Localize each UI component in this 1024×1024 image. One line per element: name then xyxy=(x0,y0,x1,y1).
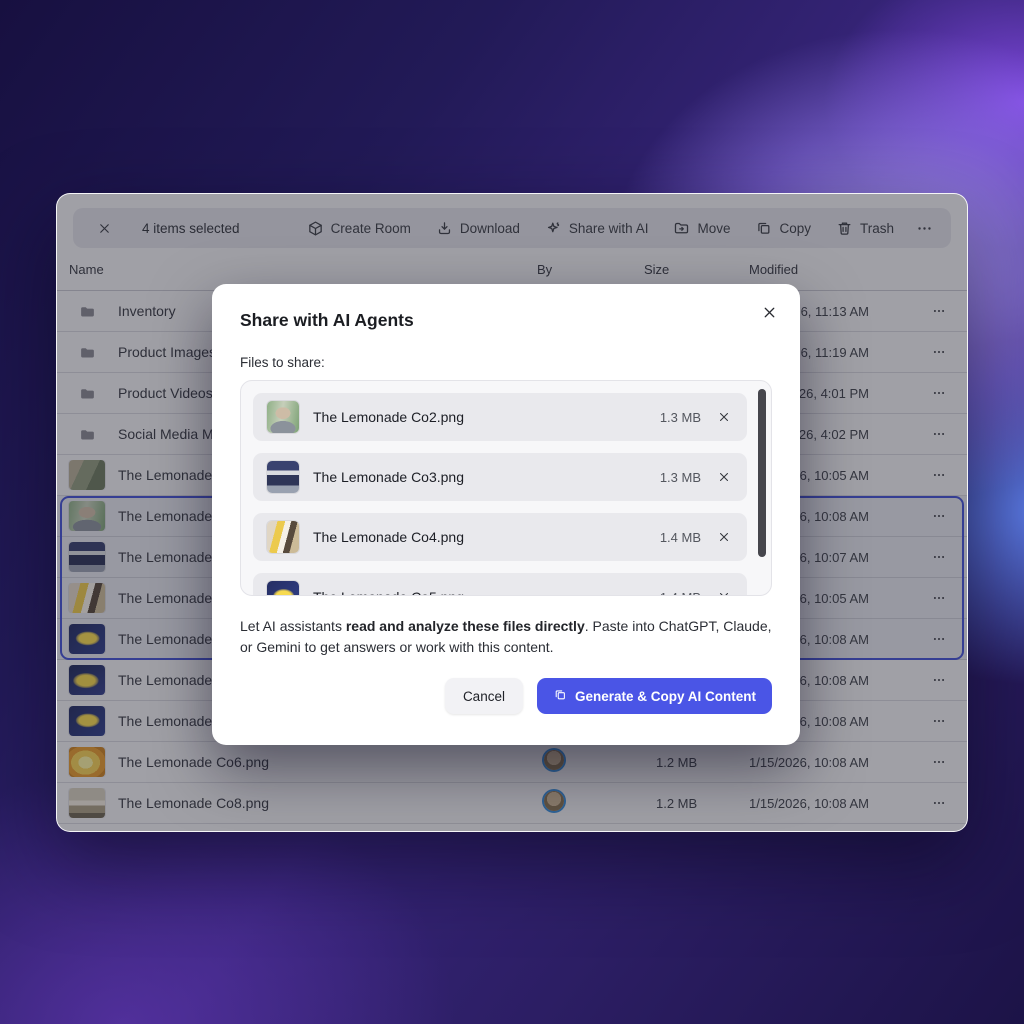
cancel-button[interactable]: Cancel xyxy=(445,678,523,714)
shared-file-size: 1.3 MB xyxy=(660,470,701,485)
x-icon xyxy=(717,470,731,484)
modal-close-button[interactable] xyxy=(757,300,782,325)
shared-file-chip: The Lemonade Co2.png 1.3 MB xyxy=(253,393,747,441)
copy-icon xyxy=(553,688,567,702)
shared-file-name: The Lemonade Co2.png xyxy=(313,409,646,425)
share-ai-modal: Share with AI Agents Files to share: The… xyxy=(212,284,800,745)
shared-file-chip: The Lemonade Co3.png 1.3 MB xyxy=(253,453,747,501)
remove-file-button[interactable] xyxy=(715,408,733,426)
shared-file-chip: The Lemonade Co5.png 1.4 MB xyxy=(253,573,747,596)
file-thumbnail xyxy=(267,581,299,596)
x-icon xyxy=(717,410,731,424)
modal-file-list: The Lemonade Co2.png 1.3 MB The Lemonade… xyxy=(240,380,772,596)
file-thumbnail xyxy=(267,401,299,433)
shared-file-chip: The Lemonade Co4.png 1.4 MB xyxy=(253,513,747,561)
x-icon xyxy=(761,304,778,321)
shared-file-size: 1.3 MB xyxy=(660,410,701,425)
modal-files-scrollbar[interactable] xyxy=(758,389,766,557)
generate-copy-ai-button[interactable]: Generate & Copy AI Content xyxy=(537,678,772,714)
x-icon xyxy=(717,590,731,596)
desktop-wallpaper: 4 items selected Create RoomDownloadShar… xyxy=(0,0,1024,1024)
files-to-share-label: Files to share: xyxy=(240,355,772,370)
x-icon xyxy=(717,530,731,544)
file-manager-window: 4 items selected Create RoomDownloadShar… xyxy=(56,193,968,832)
file-thumbnail xyxy=(267,521,299,553)
shared-file-size: 1.4 MB xyxy=(660,590,701,597)
shared-file-name: The Lemonade Co3.png xyxy=(313,469,646,485)
shared-file-size: 1.4 MB xyxy=(660,530,701,545)
modal-description: Let AI assistants read and analyze these… xyxy=(240,616,772,658)
shared-file-name: The Lemonade Co5.png xyxy=(313,589,646,596)
remove-file-button[interactable] xyxy=(715,588,733,596)
remove-file-button[interactable] xyxy=(715,468,733,486)
modal-footer: Cancel Generate & Copy AI Content xyxy=(240,678,772,714)
remove-file-button[interactable] xyxy=(715,528,733,546)
shared-file-name: The Lemonade Co4.png xyxy=(313,529,646,545)
file-thumbnail xyxy=(267,461,299,493)
modal-title: Share with AI Agents xyxy=(240,310,772,331)
